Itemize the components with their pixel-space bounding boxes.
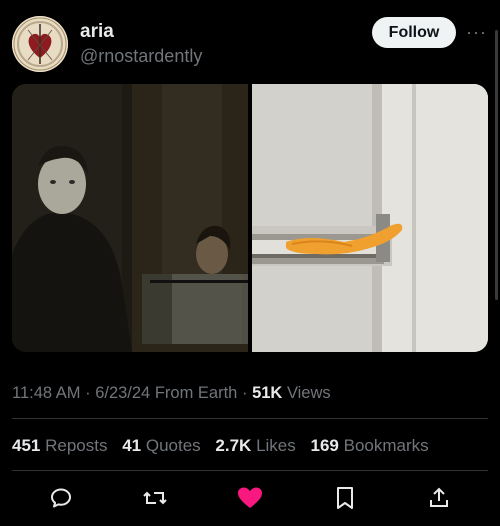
more-options-icon[interactable]: ··· (466, 22, 487, 43)
avatar-image (12, 16, 68, 72)
post-source: From Earth (154, 384, 238, 402)
bookmarks-stat[interactable]: 169 Bookmarks (311, 436, 429, 455)
avatar[interactable] (12, 16, 68, 72)
reply-icon[interactable] (47, 484, 75, 512)
reposts-label: Reposts (45, 436, 108, 455)
author-handle[interactable]: @rnostardently (80, 46, 202, 67)
views-label: Views (286, 384, 331, 402)
post-stats: 451 Reposts 41 Quotes 2.7K Likes 169 Boo… (12, 436, 439, 456)
post-date: 6/23/24 (95, 384, 151, 402)
scrollbar[interactable] (495, 30, 498, 300)
post-meta: 11:48 AM · 6/23/24 From Earth · 51K View… (12, 384, 331, 403)
likes-label: Likes (256, 436, 296, 455)
likes-count: 2.7K (215, 436, 252, 455)
bookmark-icon[interactable] (331, 484, 359, 512)
meta-separator: · (241, 384, 248, 402)
quotes-stat[interactable]: 41 Quotes (122, 436, 200, 455)
media-image-right[interactable] (252, 84, 488, 352)
media-image-left[interactable] (12, 84, 248, 352)
meta-separator: · (85, 384, 91, 402)
author-name[interactable]: aria (80, 21, 114, 43)
bookmarks-count: 169 (310, 436, 339, 455)
post-time: 11:48 AM (12, 384, 81, 402)
share-icon[interactable] (425, 484, 453, 512)
action-bar (0, 484, 500, 516)
divider (12, 470, 488, 471)
reposts-count: 451 (12, 436, 41, 455)
bookmarks-label: Bookmarks (343, 436, 429, 455)
media-image-left-art (12, 84, 248, 352)
quotes-label: Quotes (145, 436, 201, 455)
media-image-right-art (252, 84, 488, 352)
quotes-count: 41 (122, 436, 142, 455)
repost-icon[interactable] (141, 484, 169, 512)
likes-stat[interactable]: 2.7K Likes (215, 436, 295, 455)
reposts-stat[interactable]: 451 Reposts (12, 436, 107, 455)
post-media[interactable] (12, 84, 488, 352)
like-icon[interactable] (236, 484, 264, 512)
follow-button[interactable]: Follow (372, 17, 456, 48)
views-count: 51K (252, 384, 283, 402)
divider (12, 418, 488, 419)
